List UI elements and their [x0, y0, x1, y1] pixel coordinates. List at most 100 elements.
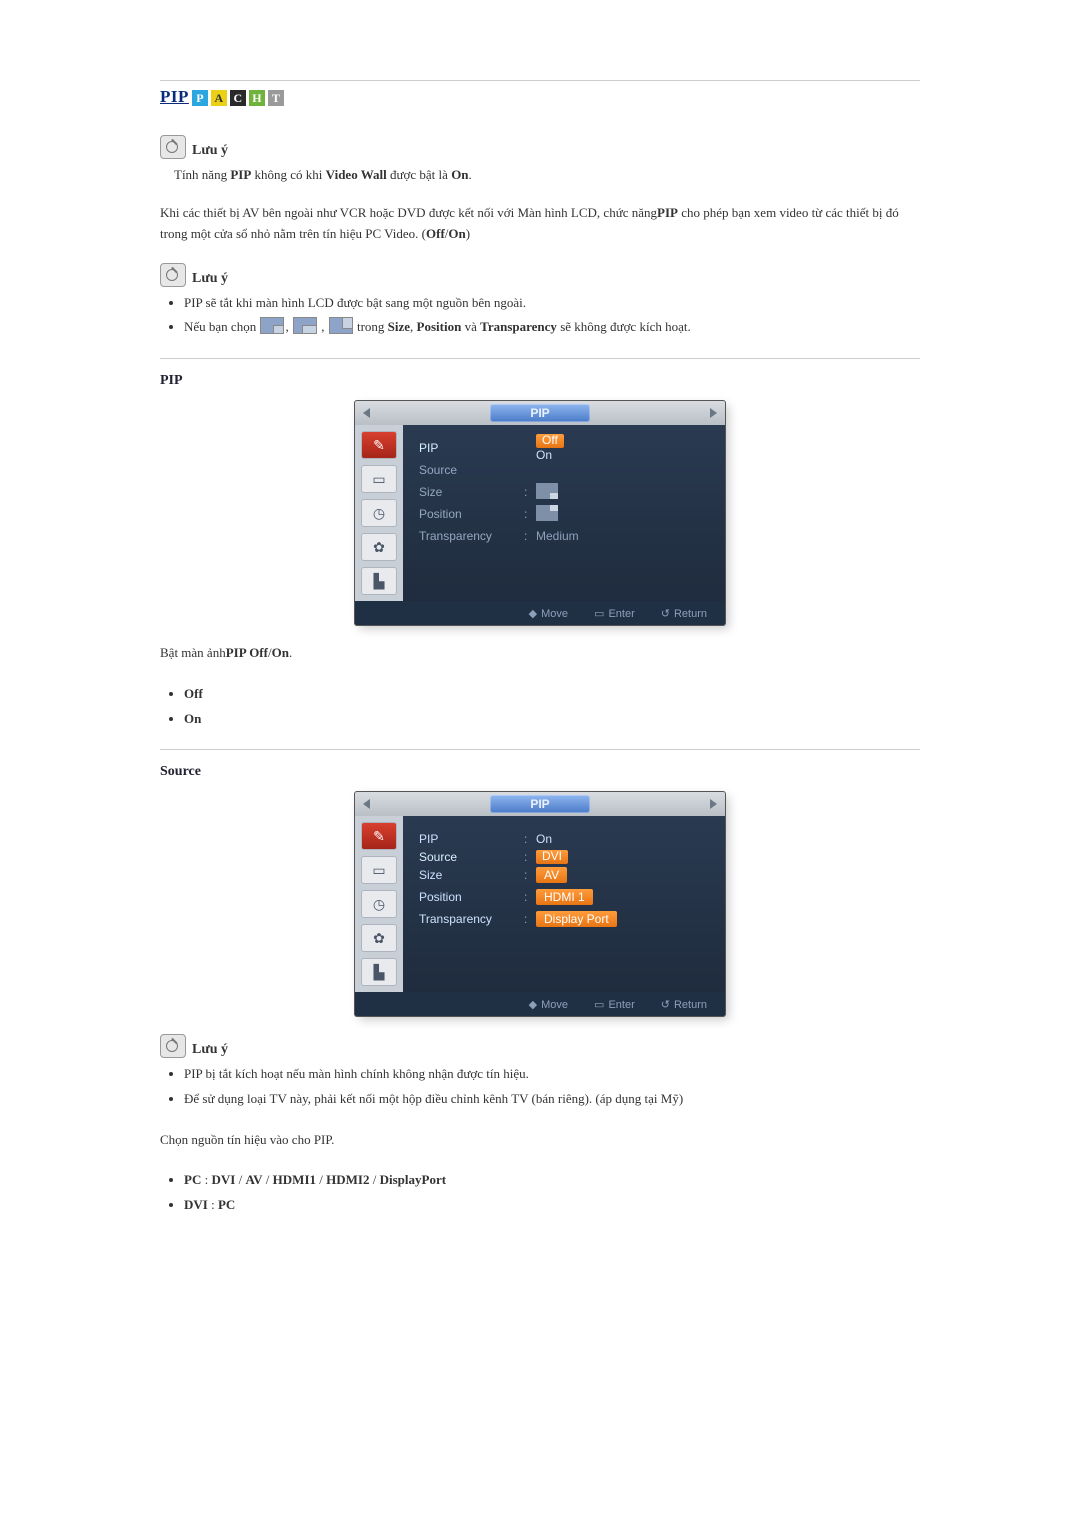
osd-lbl: Transparency [419, 912, 524, 926]
osd-row-pip: PIP Off On [419, 437, 709, 459]
osd-val-stack: DVI [536, 850, 568, 864]
b: AV [245, 1172, 262, 1187]
note2-item-2: Nếu bạn chọn , , trong Size, Position và… [184, 315, 920, 340]
brush-icon: ✎ [361, 431, 397, 459]
badge-t: T [268, 90, 284, 106]
note2-b2p4: Transparency [480, 319, 557, 334]
screen-icon: ▭ [361, 856, 397, 884]
osd-tabbar: PIP [355, 792, 725, 816]
gear-icon: ✿ [361, 533, 397, 561]
colon: : [524, 890, 536, 904]
intro-3: Off [426, 226, 445, 241]
b: DVI [184, 1197, 208, 1212]
pip-cap3: On [272, 645, 289, 660]
osd-val: On [536, 832, 552, 846]
gear-icon: ✿ [361, 924, 397, 952]
osd-row-transparency: Transparency : Medium [419, 525, 709, 547]
osd-val-off: Off [536, 434, 564, 448]
osd-row-size: Size : AV [419, 864, 709, 886]
osd-val-dvi: DVI [536, 850, 568, 864]
source-heading: Source [160, 764, 920, 780]
b: DVI [211, 1172, 235, 1187]
pos-thumb-icon [536, 505, 558, 521]
note-label: Lưu ý [192, 143, 228, 159]
note3-item-2: Để sử dụng loại TV này, phải kết nối một… [184, 1087, 920, 1112]
note1-t2: không có khi [251, 167, 325, 182]
osd-main: PIP Off On Source Size : Position [403, 425, 725, 601]
osd-tab: PIP [490, 795, 589, 813]
intro-5: On [448, 226, 465, 241]
clock-icon: ◷ [361, 499, 397, 527]
osd-lbl: Source [419, 463, 524, 477]
note-icon [160, 135, 186, 159]
colon: : [524, 529, 536, 543]
brush-icon: ✎ [361, 822, 397, 850]
clock-icon: ◷ [361, 890, 397, 918]
size-glyph-icon [293, 317, 317, 334]
intro-0: Khi các thiết bị AV bên ngoài như VCR ho… [160, 205, 657, 220]
badge-c: C [230, 90, 246, 106]
osd-lbl: PIP [419, 441, 524, 455]
colon: : [524, 850, 536, 864]
note-2-list: PIP sẽ tắt khi màn hình LCD được bật san… [184, 291, 920, 340]
osd-pip: PIP ✎ ▭ ◷ ✿ ▙ PIP Off On [355, 401, 725, 625]
osd-lbl: Size [419, 868, 524, 882]
note1-t0: Tính năng [174, 167, 230, 182]
osd-row-source: Source [419, 459, 709, 481]
list-item: PC : DVI / AV / HDMI1 / HDMI2 / DisplayP… [184, 1168, 920, 1193]
badge-p: P [192, 90, 208, 106]
osd-val [536, 505, 558, 524]
note1-t3: Video Wall [326, 167, 387, 182]
osd-row-position: Position : [419, 503, 709, 525]
pip-cap0: Bật màn ảnh [160, 645, 226, 660]
title-pip-text: PIP [160, 87, 189, 107]
s: / [369, 1172, 379, 1187]
osd-tabbar: PIP [355, 401, 725, 425]
note2-b2p3: và [461, 319, 480, 334]
badge-h: H [249, 90, 265, 106]
note2-b2p2: Position [417, 319, 462, 334]
b: PC [218, 1197, 235, 1212]
osd-row-transparency: Transparency : Display Port [419, 908, 709, 930]
note-label: Lưu ý [192, 1042, 228, 1058]
source-options: PC : DVI / AV / HDMI1 / HDMI2 / DisplayP… [184, 1168, 920, 1217]
size-glyph-icon [260, 317, 284, 334]
size-thumb-icon [536, 483, 558, 499]
osd-val-av: AV [536, 867, 567, 883]
note2-item-1: PIP sẽ tắt khi màn hình LCD được bật san… [184, 291, 920, 316]
osd-lbl: Size [419, 485, 524, 499]
pip-caption: Bật màn ảnhPIP Off/On. [160, 643, 920, 664]
osd-footer-enter: Enter [594, 998, 635, 1011]
note-icon [160, 263, 186, 287]
b: HDMI1 [273, 1172, 316, 1187]
osd-lbl: Position [419, 507, 524, 521]
osd-side-icons: ✎ ▭ ◷ ✿ ▙ [355, 425, 403, 601]
pip-cap1: PIP Off [226, 645, 268, 660]
colon: : [524, 912, 536, 926]
osd-val-on: On [536, 449, 564, 463]
osd-val-dp: Display Port [536, 911, 617, 927]
osd-footer: Move Enter Return [355, 992, 725, 1016]
intro-6: ) [466, 226, 470, 241]
note-1-heading: Lưu ý [160, 135, 920, 159]
note-3-heading: Lưu ý [160, 1034, 920, 1058]
osd-lbl: PIP [419, 832, 524, 846]
hr [160, 749, 920, 750]
colon: : [524, 485, 536, 499]
note1-t5: On [451, 167, 468, 182]
osd-row-size: Size : [419, 481, 709, 503]
s: / [235, 1172, 245, 1187]
chart-icon: ▙ [361, 567, 397, 595]
colon: : [524, 868, 536, 882]
osd-source: PIP ✎ ▭ ◷ ✿ ▙ PIP : On Source : [355, 792, 725, 1016]
s: : [208, 1197, 218, 1212]
osd-footer-return: Return [661, 998, 707, 1011]
hr [160, 358, 920, 359]
osd-lbl: Position [419, 890, 524, 904]
s: / [263, 1172, 273, 1187]
section-title: PIP P A C H T [160, 87, 920, 107]
note1-t4: được bật là [387, 167, 451, 182]
osd-val: Medium [536, 529, 579, 543]
note2-b2p5: sẽ không được kích hoạt. [557, 319, 691, 334]
s: / [316, 1172, 326, 1187]
